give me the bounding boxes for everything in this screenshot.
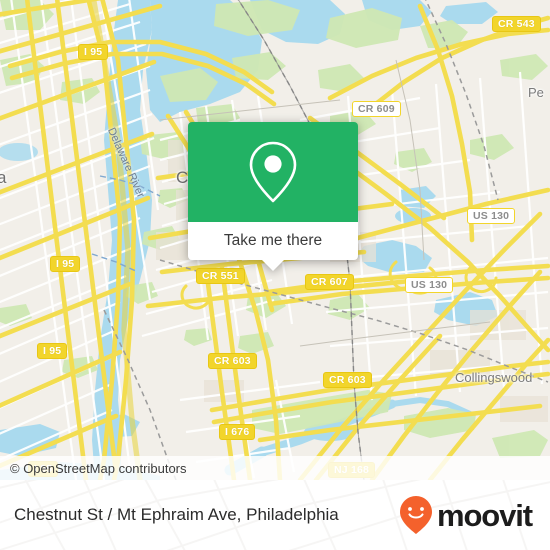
place-label: Pe [528, 85, 544, 100]
station-popup-card[interactable]: Take me there [188, 122, 358, 271]
popup-header [188, 122, 358, 222]
route-shield[interactable]: US 130 [467, 208, 516, 224]
map-pin-icon [249, 141, 297, 203]
moovit-brand: moovit [399, 495, 536, 535]
screenshot-root: a C Pe Collingswood Delaware River I 95 … [0, 0, 550, 550]
place-label: a [0, 168, 7, 187]
route-shield[interactable]: CR 543 [492, 16, 541, 32]
route-shield[interactable]: I 95 [78, 44, 109, 60]
attribution-text: © OpenStreetMap contributors [10, 460, 187, 476]
take-me-there-label: Take me there [223, 232, 323, 249]
route-shield[interactable]: CR 609 [352, 101, 401, 117]
moovit-wordmark: moovit [436, 497, 533, 533]
route-shield[interactable]: CR 607 [305, 274, 354, 290]
route-shield[interactable]: US 130 [405, 277, 454, 293]
place-label: C [176, 168, 189, 187]
route-shield[interactable]: CR 603 [208, 353, 257, 369]
popup-pointer-tail [262, 260, 284, 271]
page-title: Chestnut St / Mt Ephraim Ave, Philadelph… [14, 505, 339, 524]
moovit-pin-smiley-icon [399, 496, 432, 534]
route-shield[interactable]: CR 603 [323, 372, 372, 388]
take-me-there-button[interactable]: Take me there [188, 222, 358, 260]
map-attribution: © OpenStreetMap contributors [0, 456, 550, 480]
route-shield[interactable]: I 95 [50, 256, 81, 272]
route-shield[interactable]: CR 551 [196, 268, 245, 284]
route-shield[interactable]: I 95 [37, 343, 68, 359]
place-label: Collingswood [455, 370, 533, 385]
route-shield[interactable]: I 676 [219, 424, 256, 440]
bottom-bar: Chestnut St / Mt Ephraim Ave, Philadelph… [0, 480, 550, 550]
